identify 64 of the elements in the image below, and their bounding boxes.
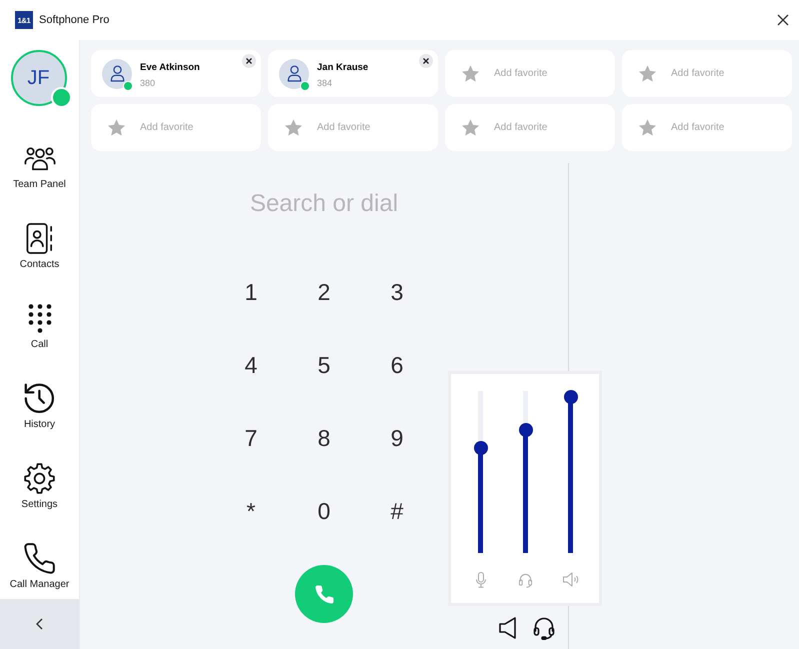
star-icon — [639, 119, 656, 136]
person-icon — [110, 65, 124, 82]
star-icon — [462, 119, 479, 136]
add-favorite-label: Add favorite — [671, 68, 724, 79]
nav-item[interactable]: Call — [0, 295, 79, 359]
phone-icon — [314, 584, 334, 604]
phone-icon — [24, 543, 55, 574]
dialpad-icon — [28, 303, 52, 334]
keypad-key[interactable]: * — [236, 496, 266, 526]
star-icon — [108, 119, 125, 136]
keypad-key[interactable]: 1 — [236, 277, 266, 307]
add-favorite-label: Add favorite — [671, 122, 724, 133]
window-title: Softphone Pro — [39, 14, 110, 26]
add-favorite-label: Add favorite — [140, 122, 194, 133]
contact-number: 380 — [140, 78, 156, 88]
star-icon — [462, 65, 479, 82]
keypad-key[interactable]: 9 — [382, 423, 412, 453]
avatar-initials: JF — [27, 66, 50, 90]
slider-thumb[interactable] — [474, 440, 488, 455]
speaker-icon — [562, 572, 580, 587]
search-field[interactable]: Search or dial — [174, 189, 474, 219]
favorite-card[interactable]: Eve Atkinson 380 — [91, 50, 261, 97]
keypad-key[interactable]: 2 — [309, 277, 339, 307]
microphone-icon — [474, 572, 486, 588]
settings-icon — [24, 463, 55, 494]
keypad-key[interactable]: 4 — [236, 350, 266, 380]
keypad-key[interactable]: 0 — [309, 496, 339, 526]
nav-item[interactable]: Team Panel — [0, 135, 79, 199]
contact-number: 384 — [317, 78, 334, 88]
add-favorite-label: Add favorite — [494, 122, 548, 133]
keypad-key[interactable]: 6 — [382, 350, 412, 380]
star-icon — [285, 119, 302, 136]
chevron-left-icon — [36, 618, 43, 630]
keypad-key[interactable]: # — [382, 496, 412, 526]
contact-book-icon — [26, 223, 54, 254]
contact-name: Eve Atkinson — [140, 62, 200, 72]
headset-icon — [518, 572, 533, 588]
remove-button[interactable] — [242, 54, 256, 68]
close-icon — [423, 58, 429, 64]
slider-thumb[interactable] — [518, 422, 532, 437]
remove-button[interactable] — [419, 54, 433, 68]
keypad-key[interactable]: 3 — [382, 277, 412, 307]
close-button[interactable] — [777, 14, 789, 26]
headset-icon — [533, 616, 555, 640]
favorite-card[interactable]: Jan Krause 384 — [268, 50, 438, 97]
star-icon — [639, 65, 656, 82]
history-icon — [24, 383, 55, 414]
nav-item[interactable]: Call Manager — [0, 535, 79, 599]
speaker-button[interactable] — [498, 616, 518, 640]
headset-button[interactable] — [533, 616, 555, 640]
keypad-key[interactable]: 5 — [309, 350, 339, 380]
slider-thumb[interactable] — [564, 390, 578, 404]
nav-item[interactable]: Settings — [0, 455, 79, 519]
nav-item[interactable]: History — [0, 375, 79, 439]
add-favorite-label: Add favorite — [317, 122, 370, 133]
add-favorite-label: Add favorite — [494, 68, 548, 79]
keypad-key[interactable]: 7 — [236, 423, 266, 453]
close-icon — [777, 14, 789, 26]
speaker-icon — [498, 616, 518, 640]
close-icon — [246, 58, 252, 64]
keypad-key[interactable]: 8 — [309, 423, 339, 453]
nav-item[interactable]: Contacts — [0, 215, 79, 279]
person-icon — [286, 65, 302, 82]
contact-name: Jan Krause — [317, 62, 368, 72]
